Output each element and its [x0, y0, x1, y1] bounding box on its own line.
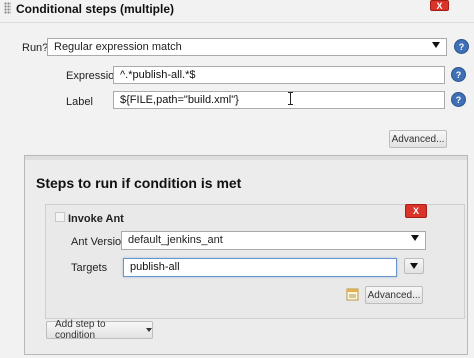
builder-advanced-button[interactable]: Advanced... [365, 286, 423, 304]
help-icon[interactable]: ? [451, 92, 466, 107]
ant-version-label: Ant Version [71, 236, 128, 248]
section-divider [0, 22, 474, 23]
run-condition-select[interactable]: Regular expression match [47, 38, 447, 56]
delete-build-step-button[interactable]: X [430, 0, 449, 11]
targets-label: Targets [71, 262, 108, 274]
chevron-down-icon [146, 328, 152, 332]
targets-input[interactable]: publish-all [123, 258, 397, 277]
run-label: Run? [22, 42, 49, 54]
chevron-down-icon [410, 263, 418, 269]
notepad-icon[interactable] [346, 287, 360, 301]
help-icon[interactable]: ? [454, 39, 469, 54]
chevron-down-icon [411, 235, 419, 241]
drag-handle-icon[interactable] [4, 2, 11, 14]
chevron-down-icon [432, 42, 440, 48]
run-condition-selected: Regular expression match [54, 41, 182, 53]
section-title: Conditional steps (multiple) [16, 2, 174, 16]
delete-builder-button[interactable]: X [405, 204, 427, 218]
label-input[interactable]: ${FILE,path="build.xml"} [113, 91, 445, 109]
expression-input[interactable]: ^.*publish-all.*$ [113, 66, 445, 84]
ant-version-select[interactable]: default_jenkins_ant [121, 231, 426, 250]
text-cursor-icon [288, 92, 293, 105]
add-step-button[interactable]: Add step to condition [46, 319, 153, 341]
steps-title: Steps to run if condition is met [36, 175, 242, 191]
add-step-label: Add step to condition [55, 319, 106, 341]
label-field-label: Label [66, 96, 93, 108]
builder-title: Invoke Ant [68, 213, 124, 225]
help-icon[interactable]: ? [451, 67, 466, 82]
expand-icon[interactable] [55, 212, 65, 222]
advanced-button[interactable]: Advanced... [389, 130, 447, 148]
ant-version-selected: default_jenkins_ant [128, 234, 223, 246]
steps-panel-top-strip [25, 156, 467, 160]
expand-textbox-button[interactable] [404, 258, 424, 274]
